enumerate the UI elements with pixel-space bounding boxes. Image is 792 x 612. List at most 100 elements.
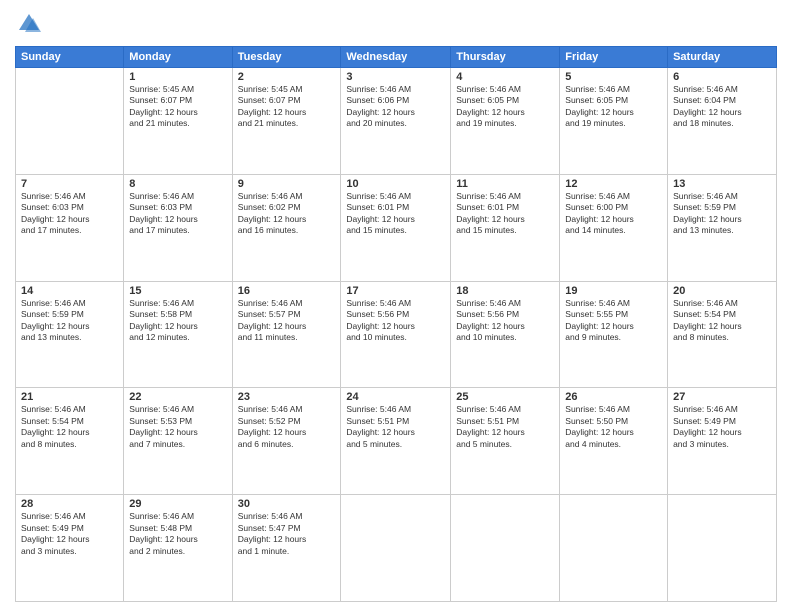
calendar-cell: 1Sunrise: 5:45 AM Sunset: 6:07 PM Daylig… [124,68,232,175]
day-info: Sunrise: 5:46 AM Sunset: 5:57 PM Dayligh… [238,298,336,344]
day-info: Sunrise: 5:46 AM Sunset: 6:03 PM Dayligh… [21,191,118,237]
calendar-cell: 10Sunrise: 5:46 AM Sunset: 6:01 PM Dayli… [341,174,451,281]
calendar-cell: 6Sunrise: 5:46 AM Sunset: 6:04 PM Daylig… [668,68,777,175]
day-number: 3 [346,71,445,83]
day-number: 21 [21,391,118,403]
day-number: 27 [673,391,771,403]
calendar-col-header: Monday [124,47,232,68]
calendar-week-row: 21Sunrise: 5:46 AM Sunset: 5:54 PM Dayli… [16,388,777,495]
day-number: 23 [238,391,336,403]
page-header [15,10,777,38]
day-number: 19 [565,285,662,297]
day-number: 4 [456,71,554,83]
day-number: 26 [565,391,662,403]
calendar-cell: 8Sunrise: 5:46 AM Sunset: 6:03 PM Daylig… [124,174,232,281]
day-info: Sunrise: 5:46 AM Sunset: 5:51 PM Dayligh… [346,404,445,450]
day-info: Sunrise: 5:46 AM Sunset: 5:48 PM Dayligh… [129,511,226,557]
calendar-cell: 29Sunrise: 5:46 AM Sunset: 5:48 PM Dayli… [124,495,232,602]
calendar-cell: 7Sunrise: 5:46 AM Sunset: 6:03 PM Daylig… [16,174,124,281]
day-info: Sunrise: 5:45 AM Sunset: 6:07 PM Dayligh… [129,84,226,130]
day-info: Sunrise: 5:46 AM Sunset: 6:04 PM Dayligh… [673,84,771,130]
day-number: 13 [673,178,771,190]
day-info: Sunrise: 5:46 AM Sunset: 6:05 PM Dayligh… [565,84,662,130]
calendar-cell: 4Sunrise: 5:46 AM Sunset: 6:05 PM Daylig… [451,68,560,175]
calendar-cell: 9Sunrise: 5:46 AM Sunset: 6:02 PM Daylig… [232,174,341,281]
calendar-cell: 15Sunrise: 5:46 AM Sunset: 5:58 PM Dayli… [124,281,232,388]
day-info: Sunrise: 5:46 AM Sunset: 5:49 PM Dayligh… [21,511,118,557]
day-number: 29 [129,498,226,510]
day-number: 10 [346,178,445,190]
day-number: 1 [129,71,226,83]
calendar-cell: 18Sunrise: 5:46 AM Sunset: 5:56 PM Dayli… [451,281,560,388]
day-number: 30 [238,498,336,510]
day-number: 28 [21,498,118,510]
calendar-cell: 28Sunrise: 5:46 AM Sunset: 5:49 PM Dayli… [16,495,124,602]
day-info: Sunrise: 5:46 AM Sunset: 5:56 PM Dayligh… [456,298,554,344]
calendar-col-header: Friday [560,47,668,68]
day-number: 24 [346,391,445,403]
calendar-cell [451,495,560,602]
day-number: 15 [129,285,226,297]
calendar-cell: 25Sunrise: 5:46 AM Sunset: 5:51 PM Dayli… [451,388,560,495]
calendar-cell: 14Sunrise: 5:46 AM Sunset: 5:59 PM Dayli… [16,281,124,388]
calendar-week-row: 28Sunrise: 5:46 AM Sunset: 5:49 PM Dayli… [16,495,777,602]
calendar-header-row: SundayMondayTuesdayWednesdayThursdayFrid… [16,47,777,68]
day-info: Sunrise: 5:46 AM Sunset: 6:00 PM Dayligh… [565,191,662,237]
day-number: 18 [456,285,554,297]
day-info: Sunrise: 5:46 AM Sunset: 5:58 PM Dayligh… [129,298,226,344]
day-info: Sunrise: 5:46 AM Sunset: 6:03 PM Dayligh… [129,191,226,237]
calendar-cell [16,68,124,175]
day-number: 25 [456,391,554,403]
calendar-col-header: Wednesday [341,47,451,68]
day-info: Sunrise: 5:46 AM Sunset: 5:54 PM Dayligh… [673,298,771,344]
day-info: Sunrise: 5:45 AM Sunset: 6:07 PM Dayligh… [238,84,336,130]
calendar-col-header: Saturday [668,47,777,68]
day-info: Sunrise: 5:46 AM Sunset: 5:56 PM Dayligh… [346,298,445,344]
calendar-table: SundayMondayTuesdayWednesdayThursdayFrid… [15,46,777,602]
calendar-cell: 24Sunrise: 5:46 AM Sunset: 5:51 PM Dayli… [341,388,451,495]
calendar-col-header: Thursday [451,47,560,68]
day-info: Sunrise: 5:46 AM Sunset: 6:01 PM Dayligh… [456,191,554,237]
calendar-col-header: Tuesday [232,47,341,68]
day-info: Sunrise: 5:46 AM Sunset: 5:49 PM Dayligh… [673,404,771,450]
day-info: Sunrise: 5:46 AM Sunset: 6:02 PM Dayligh… [238,191,336,237]
calendar-cell: 22Sunrise: 5:46 AM Sunset: 5:53 PM Dayli… [124,388,232,495]
day-number: 6 [673,71,771,83]
calendar-cell: 17Sunrise: 5:46 AM Sunset: 5:56 PM Dayli… [341,281,451,388]
calendar-cell [341,495,451,602]
day-info: Sunrise: 5:46 AM Sunset: 5:47 PM Dayligh… [238,511,336,557]
calendar-cell: 11Sunrise: 5:46 AM Sunset: 6:01 PM Dayli… [451,174,560,281]
calendar-cell: 12Sunrise: 5:46 AM Sunset: 6:00 PM Dayli… [560,174,668,281]
calendar-cell: 3Sunrise: 5:46 AM Sunset: 6:06 PM Daylig… [341,68,451,175]
calendar-cell: 20Sunrise: 5:46 AM Sunset: 5:54 PM Dayli… [668,281,777,388]
calendar-cell [668,495,777,602]
day-number: 17 [346,285,445,297]
calendar-col-header: Sunday [16,47,124,68]
calendar-cell: 23Sunrise: 5:46 AM Sunset: 5:52 PM Dayli… [232,388,341,495]
calendar-week-row: 7Sunrise: 5:46 AM Sunset: 6:03 PM Daylig… [16,174,777,281]
day-info: Sunrise: 5:46 AM Sunset: 5:50 PM Dayligh… [565,404,662,450]
day-number: 16 [238,285,336,297]
calendar-week-row: 1Sunrise: 5:45 AM Sunset: 6:07 PM Daylig… [16,68,777,175]
day-number: 20 [673,285,771,297]
calendar-cell: 2Sunrise: 5:45 AM Sunset: 6:07 PM Daylig… [232,68,341,175]
calendar-cell: 26Sunrise: 5:46 AM Sunset: 5:50 PM Dayli… [560,388,668,495]
day-number: 12 [565,178,662,190]
day-info: Sunrise: 5:46 AM Sunset: 6:05 PM Dayligh… [456,84,554,130]
calendar-cell: 30Sunrise: 5:46 AM Sunset: 5:47 PM Dayli… [232,495,341,602]
day-info: Sunrise: 5:46 AM Sunset: 6:06 PM Dayligh… [346,84,445,130]
day-info: Sunrise: 5:46 AM Sunset: 5:59 PM Dayligh… [673,191,771,237]
calendar-cell: 19Sunrise: 5:46 AM Sunset: 5:55 PM Dayli… [560,281,668,388]
calendar-cell: 13Sunrise: 5:46 AM Sunset: 5:59 PM Dayli… [668,174,777,281]
day-number: 9 [238,178,336,190]
day-info: Sunrise: 5:46 AM Sunset: 5:54 PM Dayligh… [21,404,118,450]
day-number: 11 [456,178,554,190]
calendar-cell: 27Sunrise: 5:46 AM Sunset: 5:49 PM Dayli… [668,388,777,495]
day-number: 5 [565,71,662,83]
calendar-cell [560,495,668,602]
day-number: 7 [21,178,118,190]
calendar-cell: 21Sunrise: 5:46 AM Sunset: 5:54 PM Dayli… [16,388,124,495]
calendar-cell: 16Sunrise: 5:46 AM Sunset: 5:57 PM Dayli… [232,281,341,388]
day-info: Sunrise: 5:46 AM Sunset: 5:53 PM Dayligh… [129,404,226,450]
day-number: 22 [129,391,226,403]
